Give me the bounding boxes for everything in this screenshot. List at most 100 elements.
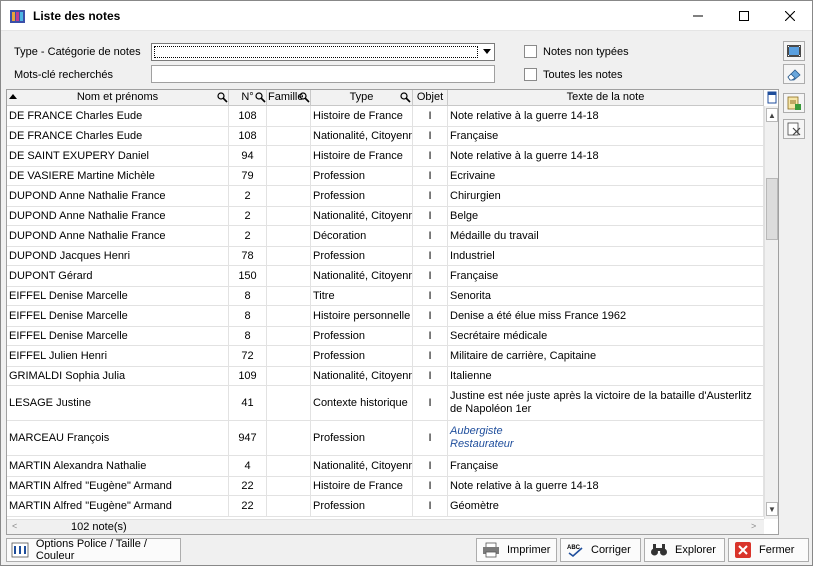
table-row[interactable]: MARCEAU François 947 Profession I Aubergiste… xyxy=(7,421,764,456)
type-cell: Profession xyxy=(311,247,413,265)
column-header-note-text[interactable]: Texte de la note xyxy=(448,90,764,106)
maximize-button[interactable] xyxy=(721,1,767,31)
family-cell xyxy=(267,167,311,185)
untyped-notes-label[interactable]: Notes non typées xyxy=(543,46,629,58)
name-cell: MARCEAU François xyxy=(7,421,229,455)
scroll-right-button[interactable]: > xyxy=(751,521,756,531)
table-row[interactable]: DE SAINT EXUPERY Daniel 94 Histoire de Fra… xyxy=(7,146,764,167)
family-cell xyxy=(267,477,311,495)
search-icon[interactable] xyxy=(299,92,310,103)
name-cell: DUPOND Anne Nathalie France xyxy=(7,226,229,246)
name-cell: GRIMALDI Sophia Julia xyxy=(7,367,229,385)
note-text-cell: Senorita xyxy=(448,287,764,305)
search-icon[interactable] xyxy=(400,92,411,103)
table-row[interactable]: DUPOND Anne Nathalie France 2 Profession I C… xyxy=(7,186,764,207)
table-row[interactable]: DE VASIERE Martine Michèle 79 Profession I E… xyxy=(7,167,764,186)
table-row[interactable]: MARTIN Alfred "Eugène" Armand 22 Professio… xyxy=(7,496,764,517)
name-cell: DUPOND Jacques Henri xyxy=(7,247,229,265)
table-row[interactable]: LESAGE Justine 41 Contexte historique I Just… xyxy=(7,386,764,421)
object-cell: I xyxy=(413,207,448,225)
note-text-cell: Militaire de carrière, Capitaine xyxy=(448,346,764,366)
object-cell: I xyxy=(413,167,448,185)
note-text-cell: Italienne xyxy=(448,367,764,385)
print-button[interactable]: Imprimer xyxy=(476,538,557,562)
print-label: Imprimer xyxy=(507,544,551,556)
type-category-value xyxy=(154,46,478,58)
note-line: Chirurgien xyxy=(450,189,501,202)
note-line: Note relative à la guerre 14-18 xyxy=(450,479,599,492)
table-row[interactable]: MARTIN Alfred "Eugène" Armand 22 Histoire … xyxy=(7,477,764,496)
note-line: Française xyxy=(450,269,499,282)
object-cell: I xyxy=(413,146,448,166)
family-cell xyxy=(267,207,311,225)
table-row[interactable]: DUPONT Gérard 150 Nationalité, Citoyenn I Fr… xyxy=(7,266,764,287)
column-settings-icon[interactable] xyxy=(767,91,777,104)
all-notes-checkbox[interactable] xyxy=(524,68,537,81)
column-header-object[interactable]: Objet xyxy=(413,90,448,106)
close-window-button[interactable] xyxy=(767,1,813,31)
notes-grid[interactable]: Nom et prénoms N° Famille Type Objet Tex… xyxy=(6,89,779,535)
note-line: Secrétaire médicale xyxy=(450,329,548,342)
close-button[interactable]: Fermer xyxy=(728,538,809,562)
eraser-button[interactable] xyxy=(783,64,805,84)
vertical-scroll-thumb[interactable] xyxy=(766,178,778,240)
table-row[interactable]: DUPOND Anne Nathalie France 2 Décoration I M… xyxy=(7,226,764,247)
keywords-input[interactable] xyxy=(151,65,495,83)
type-cell: Nationalité, Citoyenn xyxy=(311,127,413,145)
maximize-icon xyxy=(739,11,749,21)
type-cell: Nationalité, Citoyenn xyxy=(311,266,413,286)
scroll-left-button[interactable]: < xyxy=(12,521,17,531)
note-text-cell: Aubergiste Restaurateur xyxy=(448,421,764,455)
type-cell: Profession xyxy=(311,346,413,366)
type-cell: Profession xyxy=(311,186,413,206)
column-header-family[interactable]: Famille xyxy=(267,90,311,106)
search-icon[interactable] xyxy=(255,92,266,103)
object-cell: I xyxy=(413,287,448,305)
sort-ascending-icon[interactable] xyxy=(9,94,17,99)
table-row[interactable]: EIFFEL Denise Marcelle 8 Titre I Senorita xyxy=(7,287,764,306)
type-cell: Histoire de France xyxy=(311,477,413,495)
delete-note-button[interactable] xyxy=(783,119,805,139)
search-icon[interactable] xyxy=(217,92,228,103)
table-row[interactable]: MARTIN Alexandra Nathalie 4 Nationalité, C… xyxy=(7,456,764,477)
number-cell: 4 xyxy=(229,456,267,476)
scroll-down-button[interactable]: ▼ xyxy=(766,502,778,516)
minimize-button[interactable] xyxy=(675,1,721,31)
column-header-type[interactable]: Type xyxy=(311,90,413,106)
object-cell: I xyxy=(413,346,448,366)
object-cell: I xyxy=(413,496,448,516)
table-row[interactable]: DE FRANCE Charles Eude 108 Nationalité, Ci… xyxy=(7,127,764,146)
type-category-select[interactable] xyxy=(151,43,495,61)
object-cell: I xyxy=(413,477,448,495)
column-header-name[interactable]: Nom et prénoms xyxy=(7,90,229,106)
scroll-up-button[interactable]: ▲ xyxy=(766,108,778,122)
object-cell: I xyxy=(413,386,448,420)
table-row[interactable]: GRIMALDI Sophia Julia 109 Nationalité, Cit… xyxy=(7,367,764,386)
number-cell: 8 xyxy=(229,306,267,326)
table-row[interactable]: DUPOND Anne Nathalie France 2 Nationalité,… xyxy=(7,207,764,226)
object-cell: I xyxy=(413,247,448,265)
all-notes-label[interactable]: Toutes les notes xyxy=(543,69,623,81)
note-text-cell: Française xyxy=(448,266,764,286)
table-row[interactable]: EIFFEL Denise Marcelle 8 Histoire personne… xyxy=(7,306,764,327)
table-row[interactable]: DE FRANCE Charles Eude 108 Histoire de Fra… xyxy=(7,106,764,127)
spellcheck-button[interactable]: ABC Corriger xyxy=(560,538,641,562)
note-text-cell: Médaille du travail xyxy=(448,226,764,246)
keywords-label: Mots-clé recherchés xyxy=(14,69,114,81)
note-line: de Napoléon 1er xyxy=(450,403,532,415)
font-options-button[interactable]: Options Police / Taille / Couleur xyxy=(6,538,181,562)
explore-button[interactable]: Explorer xyxy=(644,538,725,562)
name-cell: DE SAINT EXUPERY Daniel xyxy=(7,146,229,166)
type-cell: Décoration xyxy=(311,226,413,246)
film-view-button[interactable] xyxy=(783,41,805,61)
untyped-notes-checkbox[interactable] xyxy=(524,45,537,58)
column-header-number[interactable]: N° xyxy=(229,90,267,106)
table-row[interactable]: EIFFEL Julien Henri 72 Profession I Militair… xyxy=(7,346,764,367)
add-note-button[interactable] xyxy=(783,93,805,113)
object-cell: I xyxy=(413,127,448,145)
table-row[interactable]: DUPOND Jacques Henri 78 Profession I Industr… xyxy=(7,247,764,266)
note-line: Restaurateur xyxy=(450,438,514,450)
table-row[interactable]: EIFFEL Denise Marcelle 8 Profession I Secrét… xyxy=(7,327,764,346)
vertical-scrollbar[interactable]: ▲ ▼ xyxy=(764,106,778,519)
chevron-down-icon[interactable] xyxy=(483,49,491,54)
